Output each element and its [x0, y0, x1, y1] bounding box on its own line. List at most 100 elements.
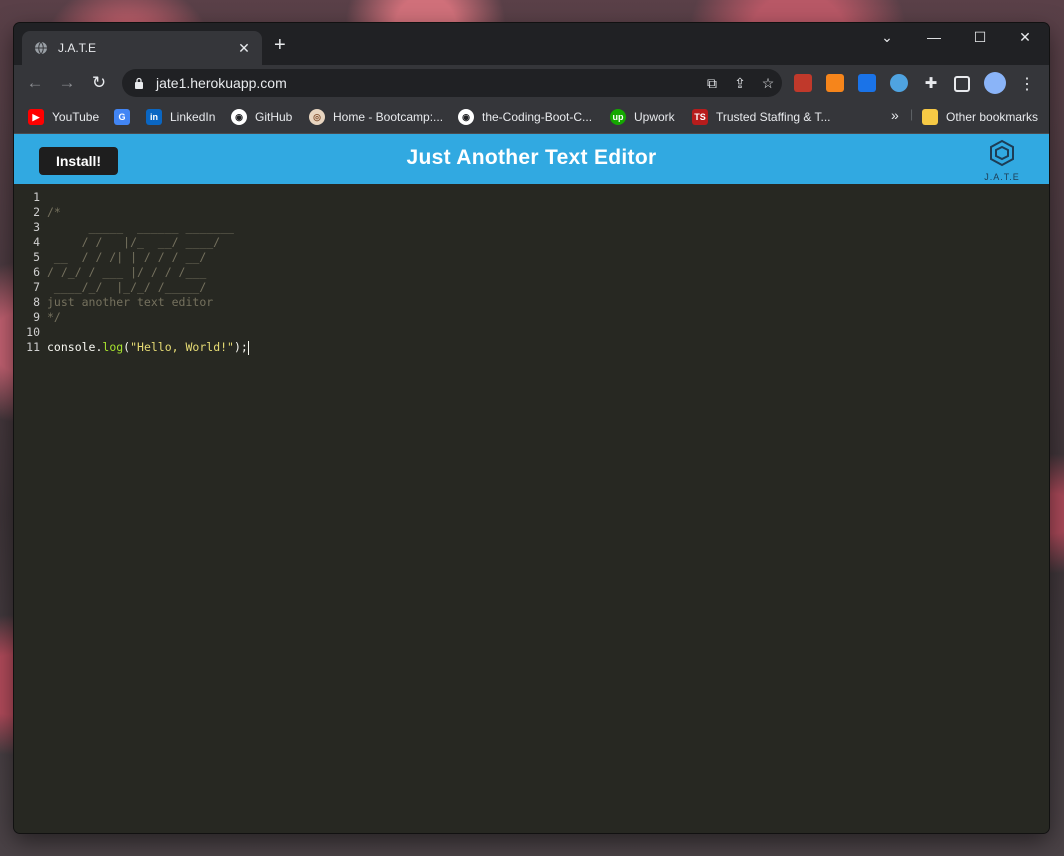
editor-line: 6 / /_/ / ___ |/ / / /___: [14, 265, 1049, 280]
line-number: 10: [26, 325, 40, 339]
forward-icon[interactable]: →: [56, 73, 78, 95]
line-text: */: [47, 310, 61, 324]
line-number: 1: [33, 190, 40, 204]
extensions-puzzle-icon[interactable]: ✚: [922, 74, 940, 92]
browser-window: J.A.T.E ✕ + ⌄ — ☐ ✕ ← → ↻ jate1.herokuap…: [14, 23, 1049, 833]
globe-icon: [35, 41, 47, 55]
extension-1-icon[interactable]: [794, 74, 812, 92]
folder-icon: [922, 109, 938, 125]
menu-kebab-icon[interactable]: ⋮: [1018, 74, 1036, 93]
line-number: 6: [33, 265, 40, 279]
bookmark-coding-boot-camp[interactable]: ◉ the-Coding-Boot-C...: [458, 109, 592, 125]
editor-line: 7 ____/_/ |_/_/ /_____/: [14, 280, 1049, 295]
bookmark-label: GitHub: [255, 110, 293, 124]
bookmark-bootcamp[interactable]: ◎ Home - Bootcamp:...: [309, 109, 443, 125]
logo-cube-icon: [990, 139, 1014, 167]
bookmark-trusted-staffing[interactable]: TS Trusted Staffing & T...: [692, 109, 831, 125]
bookmarks-bar: ▶ YouTube G in LinkedIn ◉ GitHub ◎ Home - Bo…: [14, 101, 1049, 134]
page-content: Install! Just Another Text Editor J.A.T.…: [14, 134, 1049, 833]
code-function: log: [102, 340, 124, 354]
close-icon[interactable]: ✕: [1010, 29, 1040, 46]
line-text: / / |/_ __/ ____/: [47, 235, 221, 249]
bookmark-github[interactable]: ◉ GitHub: [231, 109, 292, 125]
back-icon[interactable]: ←: [24, 73, 46, 95]
other-bookmarks-label: Other bookmarks: [946, 110, 1039, 124]
browser-toolbar: ← → ↻ jate1.herokuapp.com ⧉ ⇪ ☆ ✚ ⋮: [14, 65, 1049, 101]
line-number: 9: [33, 310, 40, 324]
editor-line: 4 / / |/_ __/ ____/: [14, 235, 1049, 250]
other-bookmarks[interactable]: Other bookmarks: [922, 109, 1038, 125]
app-header: Install! Just Another Text Editor J.A.T.…: [14, 134, 1049, 184]
new-tab-icon[interactable]: +: [274, 35, 286, 55]
editor-line: 8 just another text editor: [14, 295, 1049, 310]
bookmark-label: LinkedIn: [170, 110, 216, 124]
address-bar[interactable]: jate1.herokuapp.com ⧉ ⇪ ☆: [122, 69, 782, 97]
sidepanel-icon[interactable]: [954, 76, 970, 92]
editor-line: 9 */: [14, 310, 1049, 325]
editor-line: 10: [14, 325, 1049, 340]
bookmark-translate[interactable]: G: [114, 109, 138, 125]
tab-title: J.A.T.E: [58, 41, 97, 55]
profile-avatar[interactable]: [984, 72, 1006, 94]
line-text: console.log("Hello, World!");: [47, 340, 249, 355]
line-text: __ / / /| | / / / __/: [47, 250, 207, 264]
line-number: 8: [33, 295, 40, 309]
bookmark-linkedin[interactable]: in LinkedIn: [146, 109, 215, 125]
lock-icon: [135, 77, 143, 89]
line-number: 3: [33, 220, 40, 234]
code-paren-close: );: [233, 340, 248, 354]
editor-line: 3 _____ ______ _______: [14, 220, 1049, 235]
bootcamp-icon: ◎: [309, 109, 325, 125]
maximize-icon[interactable]: ☐: [965, 29, 995, 46]
linkedin-icon: in: [146, 109, 162, 125]
editor-line: 11 console.log("Hello, World!");: [14, 340, 1049, 355]
line-text: just another text editor: [47, 295, 214, 309]
translate-icon: G: [114, 109, 130, 125]
bookmark-label: Upwork: [634, 110, 675, 124]
bookmark-label: Trusted Staffing & T...: [716, 110, 831, 124]
extension-chart-icon[interactable]: [858, 74, 876, 92]
bookmarks-overflow-button[interactable]: »: [891, 107, 899, 123]
youtube-icon: ▶: [28, 109, 44, 125]
bookmark-star-icon[interactable]: ☆: [754, 75, 782, 92]
minimize-icon[interactable]: —: [919, 29, 949, 45]
editor-line: 5 __ / / /| | / / / __/: [14, 250, 1049, 265]
editor-line: 1: [14, 190, 1049, 205]
code-editor[interactable]: 1 2 /* 3 _____ ______ _______ 4 / / |/_ _…: [14, 190, 1049, 355]
line-text: _____ ______ _______: [47, 220, 234, 234]
bookmark-label: Home - Bootcamp:...: [333, 110, 444, 124]
staffing-icon: TS: [692, 109, 708, 125]
extension-4-icon[interactable]: [890, 74, 908, 92]
open-in-app-icon[interactable]: ⧉: [698, 75, 726, 92]
tab-strip: J.A.T.E ✕ + ⌄ — ☐ ✕: [14, 23, 1049, 65]
share-icon[interactable]: ⇪: [726, 75, 754, 92]
tab-close-icon[interactable]: ✕: [234, 40, 254, 57]
editor-line: 2 /*: [14, 205, 1049, 220]
line-text: / /_/ / ___ |/ / / /___: [47, 265, 207, 279]
line-number: 5: [33, 250, 40, 264]
bookmark-youtube[interactable]: ▶ YouTube: [28, 109, 99, 125]
upwork-icon: up: [610, 109, 626, 125]
github-icon: ◉: [458, 109, 474, 125]
bookmark-label: the-Coding-Boot-C...: [482, 110, 593, 124]
jate-logo: J.A.T.E: [980, 139, 1024, 182]
code-string: "Hello, World!": [130, 340, 234, 354]
chevron-down-icon[interactable]: ⌄: [872, 29, 902, 46]
bookmark-upwork[interactable]: up Upwork: [610, 109, 675, 125]
line-number: 11: [26, 340, 40, 354]
line-number: 4: [33, 235, 40, 249]
code-object: console.: [47, 340, 103, 354]
browser-tab[interactable]: J.A.T.E ✕: [22, 31, 262, 65]
url-text: jate1.herokuapp.com: [156, 75, 287, 91]
text-cursor: [247, 340, 249, 355]
metamask-icon[interactable]: [826, 74, 844, 92]
logo-text: J.A.T.E: [984, 172, 1020, 182]
bookmarks-divider: |: [910, 107, 914, 121]
line-text: ____/_/ |_/_/ /_____/: [47, 280, 207, 294]
line-number: 2: [33, 205, 40, 219]
line-text: /*: [47, 205, 61, 219]
github-icon: ◉: [231, 109, 247, 125]
bookmark-label: YouTube: [52, 110, 100, 124]
reload-icon[interactable]: ↻: [88, 73, 110, 95]
page-title: Just Another Text Editor: [406, 146, 657, 169]
